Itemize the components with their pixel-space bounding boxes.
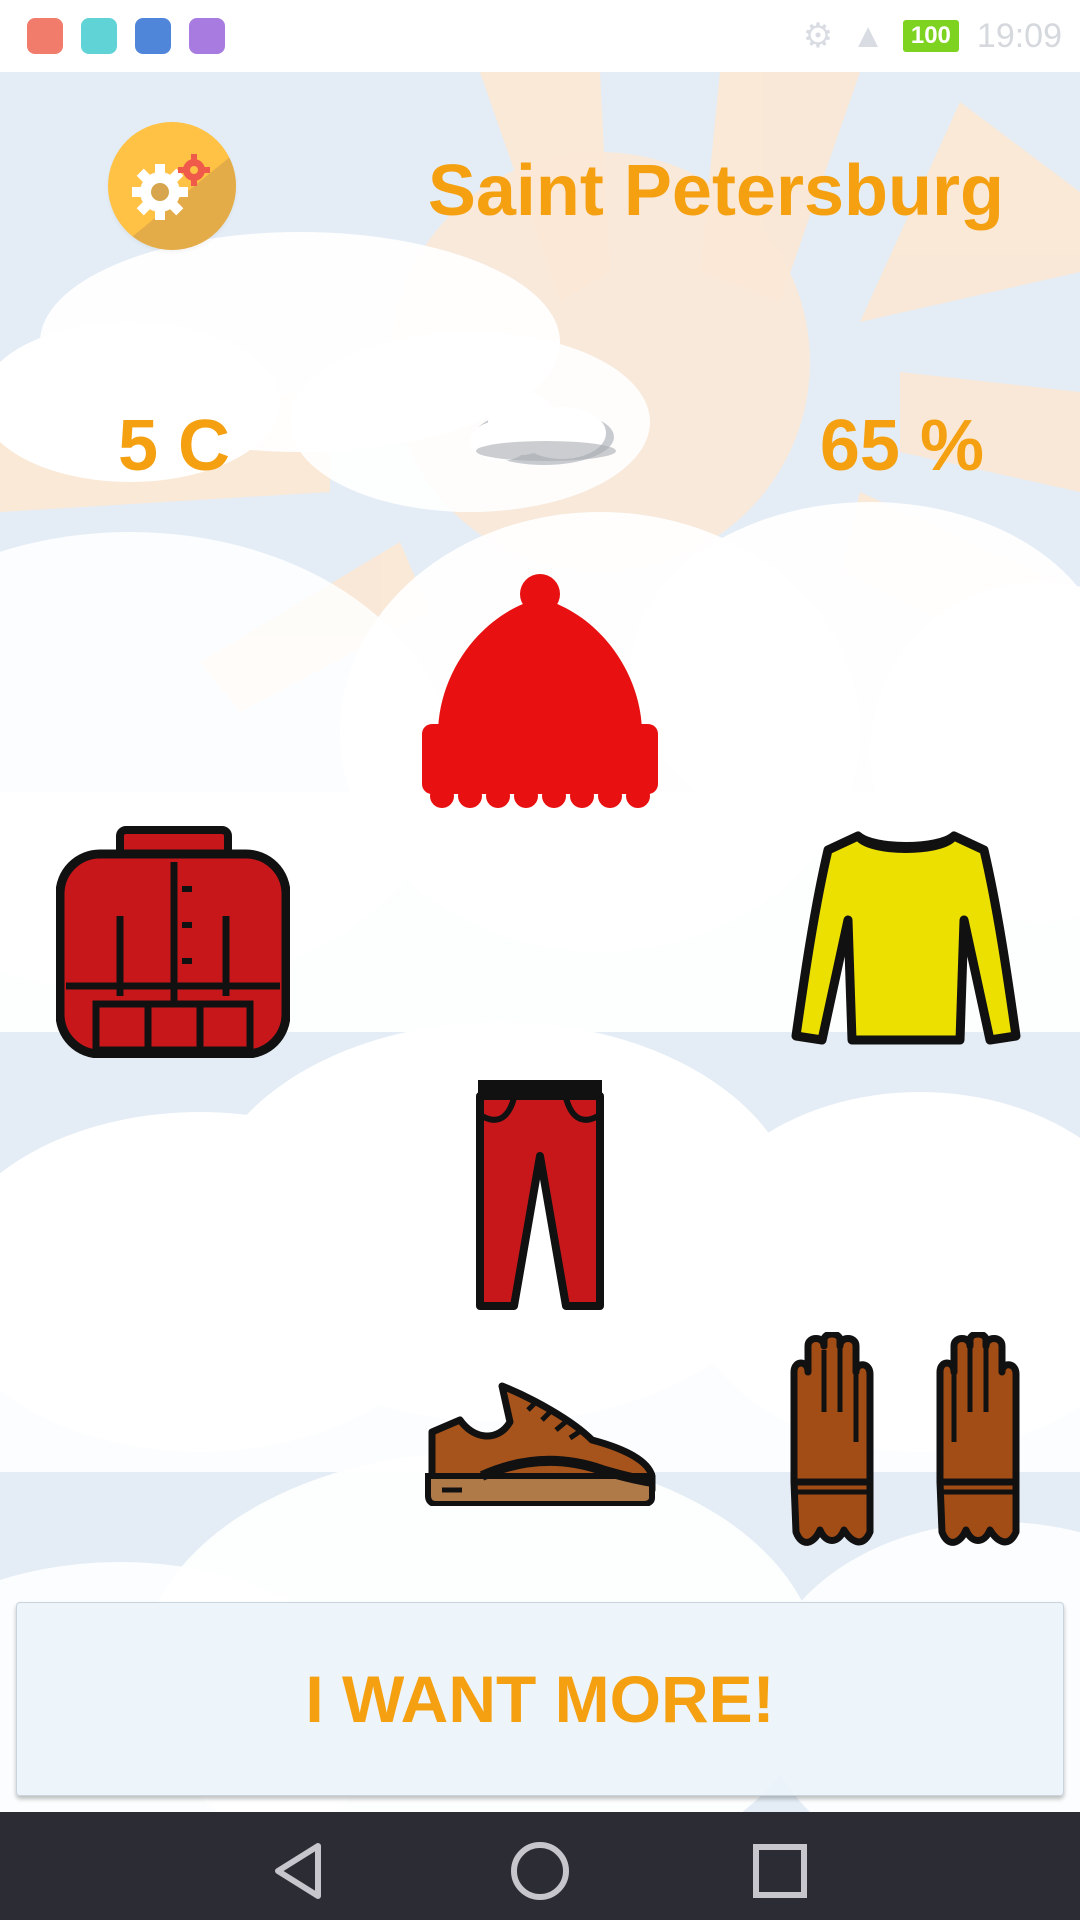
humidity: 65 % — [819, 406, 984, 486]
cloud-icon — [470, 391, 616, 465]
sneaker-icon — [425, 1382, 656, 1506]
back-icon[interactable] — [266, 1836, 336, 1906]
city-name: Saint Petersburg — [427, 151, 1004, 231]
gloves-icon — [790, 1332, 1020, 1546]
temperature: 5 C — [118, 406, 231, 486]
recents-icon[interactable] — [745, 1836, 815, 1906]
email-app-icon — [27, 18, 63, 54]
status-bar: ⚙ ▲ 100 19:09 — [0, 0, 1080, 72]
hat-icon — [422, 574, 658, 808]
wifi-icon: ⚙ — [802, 17, 834, 55]
jacket-icon — [56, 826, 290, 1058]
android-app-icon — [81, 18, 117, 54]
home-icon[interactable] — [505, 1836, 575, 1906]
gallery-app-icon — [189, 18, 225, 54]
status-indicators: ⚙ ▲ 100 19:09 — [803, 16, 1062, 56]
more-button[interactable]: I WANT MORE! — [16, 1602, 1064, 1796]
signal-icon: ▲ — [851, 16, 885, 55]
vk-app-icon — [135, 18, 171, 54]
pants-icon — [476, 1080, 604, 1310]
gear-icon — [128, 152, 236, 250]
battery-indicator: 100 — [902, 20, 959, 52]
clock: 19:09 — [976, 16, 1062, 55]
settings-button[interactable] — [108, 122, 236, 250]
sweater-icon — [791, 831, 1021, 1045]
